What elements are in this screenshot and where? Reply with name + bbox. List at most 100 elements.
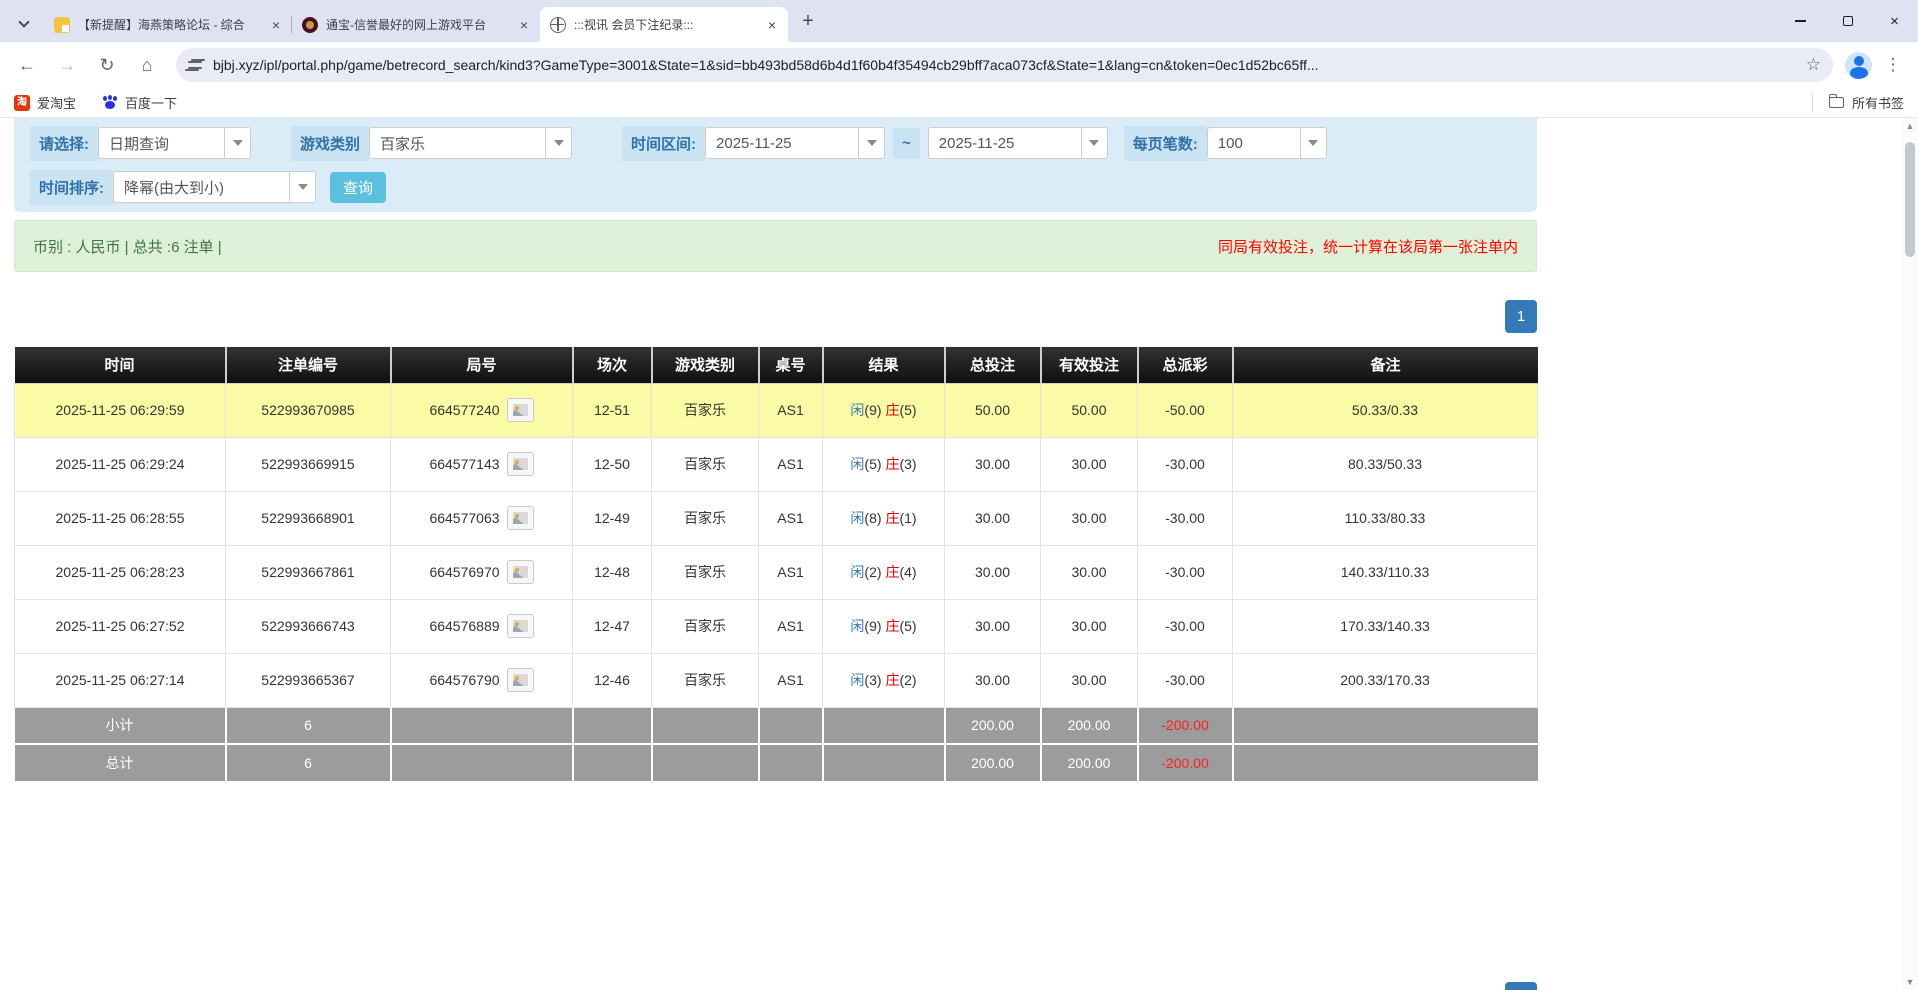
back-button[interactable]: ← [10,48,44,82]
empty-cell [391,744,573,781]
total-count-cell: 6 [226,744,391,781]
total-bet-cell[interactable]: 30.00 [945,437,1041,491]
bet-id-cell: 522993667861 [226,545,391,599]
scrollbar-thumb[interactable] [1905,142,1915,257]
round-cell: 664577240 [391,383,573,437]
forward-button[interactable]: → [50,48,84,82]
scroll-up-icon[interactable]: ▲ [1902,118,1918,134]
browser-menu-icon[interactable]: ⋮ [1878,55,1908,75]
all-bookmarks-button[interactable]: 所有书签 [1812,93,1904,112]
column-header: 桌号 [759,347,823,383]
game-type-select[interactable]: 百家乐 [369,127,572,159]
round-cell: 664576889 [391,599,573,653]
page-size-select[interactable]: 100 [1207,127,1327,159]
total-bet-cell[interactable]: 30.00 [945,653,1041,707]
total-bet-cell[interactable]: 30.00 [945,545,1041,599]
table-no-cell: AS1 [759,545,823,599]
table-row: 2025-11-25 06:27:14522993665367664576790… [15,653,1538,707]
session-cell: 12-48 [573,545,652,599]
table-row: 2025-11-25 06:28:23522993667861664576970… [15,545,1538,599]
page-1-button[interactable]: 1 [1505,300,1537,333]
tab-forum[interactable]: 【新提醒】海燕策略论坛 - 综合 × [44,7,292,42]
reload-button[interactable]: ↻ [90,48,124,82]
result-cell: 闲(8) 庄(1) [823,491,945,545]
date-from-select[interactable]: 2025-11-25 [705,127,885,159]
tab-close-icon[interactable]: × [764,17,780,33]
bookmark-baidu[interactable]: 百度一下 [102,93,177,112]
time-cell: 2025-11-25 06:29:24 [15,437,226,491]
total-label-cell: 小计 [15,707,226,744]
round-id-text: 664577240 [429,402,499,418]
table-no-cell: AS1 [759,383,823,437]
query-type-select[interactable]: 日期查询 [98,127,251,159]
session-cell: 12-46 [573,653,652,707]
column-header: 有效投注 [1041,347,1138,383]
total-bet-cell[interactable]: 30.00 [945,491,1041,545]
address-bar[interactable]: bjbj.xyz/ipl/portal.php/game/betrecord_s… [176,48,1833,82]
tab-search-button[interactable] [10,7,38,35]
payout-sum-cell: -200.00 [1138,707,1233,744]
browser-window: 【新提醒】海燕策略论坛 - 综合 × 通宝-信誉最好的网上游戏平台 × :::视… [0,0,1918,990]
minimize-button[interactable] [1777,0,1824,42]
table-no-cell: AS1 [759,653,823,707]
round-id-text: 664576790 [429,672,499,688]
round-media-button[interactable] [507,398,534,422]
home-button[interactable]: ⌂ [130,48,164,82]
round-media-button[interactable] [507,452,534,476]
tab-tongbao[interactable]: 通宝-信誉最好的网上游戏平台 × [292,7,540,42]
page-1-button[interactable]: 1 [1505,982,1537,990]
tab-close-icon[interactable]: × [268,17,284,33]
remark-cell: 50.33/0.33 [1233,383,1538,437]
globe-favicon-icon [550,17,566,33]
round-media-button[interactable] [507,560,534,584]
coin-favicon-icon [302,17,318,33]
result-player: 闲(5) [850,456,881,472]
total-bet-cell[interactable]: 30.00 [945,599,1041,653]
date-to-select[interactable]: 2025-11-25 [928,127,1108,159]
tab-strip: 【新提醒】海燕策略论坛 - 综合 × 通宝-信誉最好的网上游戏平台 × :::视… [0,0,1918,42]
total-bet-cell[interactable]: 50.00 [945,383,1041,437]
maximize-button[interactable] [1824,0,1871,42]
valid-bet-sum-cell: 200.00 [1041,707,1138,744]
column-header: 时间 [15,347,226,383]
result-cell: 闲(3) 庄(2) [823,653,945,707]
scroll-down-icon[interactable]: ▼ [1902,974,1918,990]
tab-bet-records-active[interactable]: :::视讯 会员下注纪录::: × [540,7,788,42]
profile-avatar[interactable] [1845,52,1872,79]
table-no-cell: AS1 [759,437,823,491]
remark-cell: 80.33/50.33 [1233,437,1538,491]
table-row: 2025-11-25 06:28:55522993668901664577063… [15,491,1538,545]
url-text[interactable]: bjbj.xyz/ipl/portal.php/game/betrecord_s… [213,57,1796,73]
empty-cell [823,707,945,744]
sort-select[interactable]: 降幂(由大到小) [113,171,316,203]
new-tab-button[interactable]: + [794,7,822,35]
time-cell: 2025-11-25 06:28:23 [15,545,226,599]
site-info-icon[interactable] [188,59,203,71]
round-media-button[interactable] [507,614,534,638]
bookmark-aitaobao[interactable]: 淘 爱淘宝 [14,93,76,112]
replay-image-icon [513,674,528,686]
result-cell: 闲(5) 庄(3) [823,437,945,491]
close-button[interactable]: × [1871,0,1918,42]
search-button[interactable]: 查询 [330,172,386,203]
table-row: 2025-11-25 06:27:52522993666743664576889… [15,599,1538,653]
game-type-cell: 百家乐 [652,599,759,653]
bookmark-star-icon[interactable]: ☆ [1806,55,1821,75]
table-no-cell: AS1 [759,491,823,545]
result-banker: 庄(5) [885,402,916,418]
tab-title: 通宝-信誉最好的网上游戏平台 [326,16,508,33]
valid-bet-cell: 30.00 [1041,653,1138,707]
vertical-scrollbar[interactable]: ▲ ▼ [1902,118,1918,990]
round-media-button[interactable] [507,668,534,692]
time-cell: 2025-11-25 06:27:14 [15,653,226,707]
page-size-label: 每页笔数: [1124,126,1207,161]
round-id-text: 664576889 [429,618,499,634]
round-media-button[interactable] [507,506,534,530]
round-id-text: 664577143 [429,456,499,472]
round-cell: 664576970 [391,545,573,599]
remark-cell: 110.33/80.33 [1233,491,1538,545]
tab-close-icon[interactable]: × [516,17,532,33]
browser-toolbar: ← → ↻ ⌂ bjbj.xyz/ipl/portal.php/game/bet… [0,42,1918,88]
empty-cell [1233,744,1538,781]
payout-cell: -30.00 [1138,437,1233,491]
